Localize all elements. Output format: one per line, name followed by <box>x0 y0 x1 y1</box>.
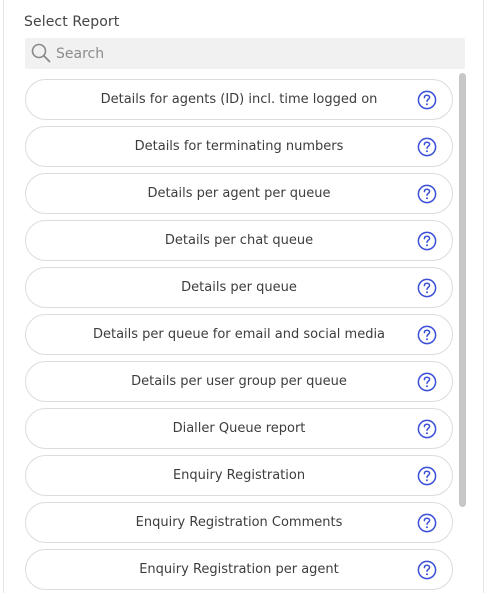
report-item-label: Details per agent per queue <box>147 186 331 201</box>
report-item[interactable]: Details per chat queue <box>25 220 453 261</box>
help-circle-icon[interactable] <box>417 372 437 392</box>
report-item-label: Details per chat queue <box>164 233 314 248</box>
report-item[interactable]: Enquiry Registration per agent <box>25 549 453 590</box>
report-item[interactable]: Details for terminating numbers <box>25 126 453 167</box>
help-circle-icon[interactable] <box>417 325 437 345</box>
report-item[interactable]: Enquiry Registration Comments <box>25 502 453 543</box>
search-icon <box>31 43 51 63</box>
help-circle-icon[interactable] <box>417 231 437 251</box>
report-item-label: Details per user group per queue <box>131 374 347 389</box>
report-item[interactable]: Details for agents (ID) incl. time logge… <box>25 79 453 120</box>
report-item-label: Details for terminating numbers <box>134 139 344 154</box>
report-item[interactable]: Details per queue for email and social m… <box>25 314 453 355</box>
report-item-label: Details per queue <box>181 280 297 295</box>
help-circle-icon[interactable] <box>417 419 437 439</box>
report-item[interactable]: Details per agent per queue <box>25 173 453 214</box>
report-item-label: Details per queue for email and social m… <box>92 327 386 342</box>
help-circle-icon[interactable] <box>417 137 437 157</box>
report-list: Details for agents (ID) incl. time logge… <box>25 79 453 596</box>
help-circle-icon[interactable] <box>417 466 437 486</box>
report-item[interactable]: Enquiry Registration <box>25 455 453 496</box>
report-item-label: Dialler Queue report <box>172 421 306 436</box>
help-circle-icon[interactable] <box>417 184 437 204</box>
report-item-label: Enquiry Registration per agent <box>139 562 339 577</box>
help-circle-icon[interactable] <box>417 278 437 298</box>
report-item-label: Enquiry Registration Comments <box>135 515 343 530</box>
report-item-label: Details for agents (ID) incl. time logge… <box>100 92 378 107</box>
search-input[interactable] <box>56 38 456 69</box>
report-item[interactable]: Details per user group per queue <box>25 361 453 402</box>
report-item-label: Enquiry Registration <box>172 468 306 483</box>
report-item[interactable]: Details per queue <box>25 267 453 308</box>
scrollbar-thumb[interactable] <box>459 73 466 507</box>
select-report-panel: Select Report Details for agents (ID) in… <box>3 0 484 593</box>
help-circle-icon[interactable] <box>417 513 437 533</box>
help-circle-icon[interactable] <box>417 560 437 580</box>
report-item[interactable]: Dialler Queue report <box>25 408 453 449</box>
panel-title: Select Report <box>24 14 120 30</box>
help-circle-icon[interactable] <box>417 90 437 110</box>
search-box[interactable] <box>25 38 465 69</box>
